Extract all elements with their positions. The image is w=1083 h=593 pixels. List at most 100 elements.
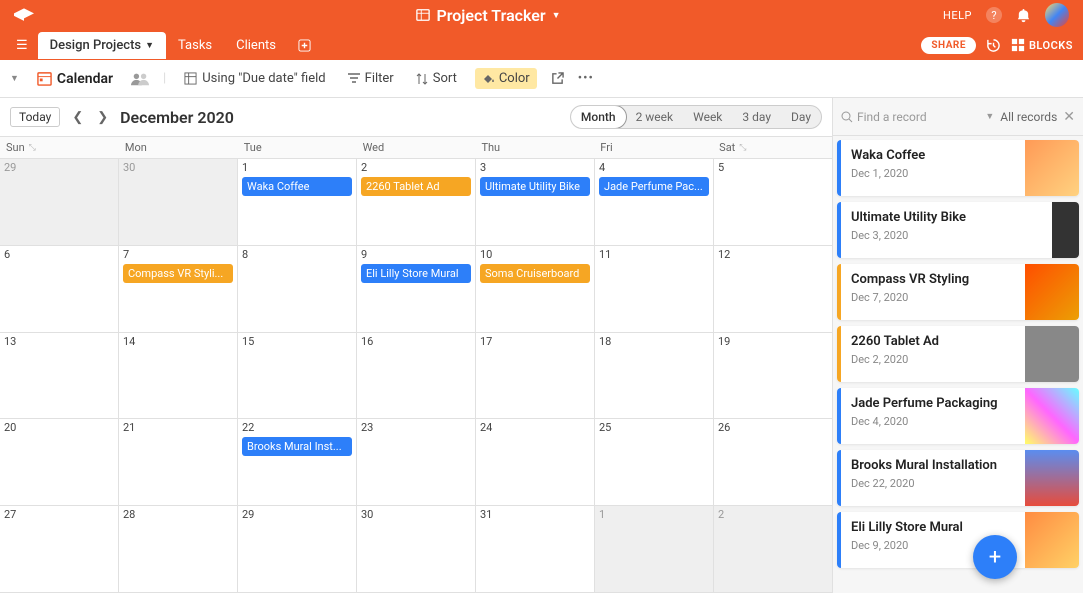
record-card[interactable]: Jade Perfume Packaging Dec 4, 2020	[837, 388, 1079, 444]
help-icon[interactable]: ?	[986, 7, 1002, 23]
record-name: 2260 Tablet Ad	[851, 334, 1015, 349]
calendar-cell[interactable]: 26	[714, 419, 832, 505]
calendar-cell[interactable]: 31	[476, 506, 595, 592]
record-date: Dec 2, 2020	[851, 353, 1015, 366]
calendar-cell[interactable]: 22Brooks Mural Inst...	[238, 419, 357, 505]
calendar-event[interactable]: Eli Lilly Store Mural	[361, 264, 471, 283]
calendar-cell[interactable]: 1	[595, 506, 714, 592]
calendar-cell[interactable]: 30	[357, 506, 476, 592]
help-link[interactable]: HELP	[943, 9, 972, 22]
chevron-down-icon: ▼	[985, 111, 994, 122]
next-month-button[interactable]: ❯	[95, 108, 110, 127]
calendar-cell[interactable]: 17	[476, 333, 595, 419]
cell-date: 9	[361, 248, 471, 261]
history-icon[interactable]	[986, 38, 1001, 53]
record-sidebar: Find a record ▼ All records ✕ Waka Coffe…	[833, 98, 1083, 593]
cell-date: 26	[718, 421, 828, 434]
cell-date: 23	[361, 421, 471, 434]
people-icon[interactable]	[131, 72, 149, 86]
record-card[interactable]: Brooks Mural Installation Dec 22, 2020	[837, 450, 1079, 506]
add-record-button[interactable]: +	[973, 535, 1017, 579]
view-option[interactable]: Month	[570, 105, 627, 129]
view-option[interactable]: Day	[781, 106, 821, 128]
cell-date: 20	[4, 421, 114, 434]
menu-icon[interactable]: ☰	[10, 34, 34, 57]
calendar-cell[interactable]: 29	[0, 159, 119, 245]
record-thumbnail	[1025, 202, 1079, 258]
record-card[interactable]: Eli Lilly Store Mural Dec 9, 2020	[837, 512, 1079, 568]
record-name: Jade Perfume Packaging	[851, 396, 1015, 411]
base-title[interactable]: Project Tracker ▼	[34, 6, 943, 25]
calendar-cell[interactable]: 19	[714, 333, 832, 419]
base-title-text: Project Tracker	[436, 6, 545, 25]
calendar-cell[interactable]: 12	[714, 246, 832, 332]
sort-button[interactable]: Sort	[412, 68, 461, 89]
expand-icon[interactable]: ⤡	[29, 143, 36, 153]
calendar-cell[interactable]: 3Ultimate Utility Bike	[476, 159, 595, 245]
record-card[interactable]: Ultimate Utility Bike Dec 3, 2020	[837, 202, 1079, 258]
share-view-icon[interactable]	[551, 72, 564, 85]
calendar-cell[interactable]: 21	[119, 419, 238, 505]
calendar-cell[interactable]: 29	[238, 506, 357, 592]
view-option[interactable]: 2 week	[626, 106, 684, 128]
cell-date: 30	[123, 161, 233, 174]
calendar-cell[interactable]: 5	[714, 159, 832, 245]
add-tab-button[interactable]	[292, 35, 317, 56]
view-toggle[interactable]: Month2 weekWeek3 dayDay	[570, 105, 822, 129]
calendar-cell[interactable]: 10Soma Cruiserboard	[476, 246, 595, 332]
calendar-cell[interactable]: 2	[714, 506, 832, 592]
calendar-event[interactable]: Soma Cruiserboard	[480, 264, 590, 283]
date-field-button[interactable]: Using "Due date" field	[180, 68, 329, 89]
calendar-cell[interactable]: 1Waka Coffee	[238, 159, 357, 245]
calendar-event[interactable]: Ultimate Utility Bike	[480, 177, 590, 196]
calendar-cell[interactable]: 15	[238, 333, 357, 419]
search-input[interactable]: Find a record	[841, 110, 979, 124]
tab-clients[interactable]: Clients	[224, 32, 288, 59]
more-icon[interactable]: •••	[578, 71, 594, 86]
calendar-event[interactable]: Brooks Mural Inst...	[242, 437, 352, 456]
calendar-cell[interactable]: 9 Eli Lilly Store Mural	[357, 246, 476, 332]
expand-icon[interactable]: ⤡	[739, 143, 746, 153]
filter-button[interactable]: Filter	[344, 68, 398, 89]
calendar-event[interactable]: 2260 Tablet Ad	[361, 177, 471, 196]
tab-design-projects[interactable]: Design Projects▼	[38, 32, 166, 59]
calendar-cell[interactable]: 6	[0, 246, 119, 332]
view-switcher[interactable]: Calendar	[33, 68, 117, 90]
calendar-cell[interactable]: 18	[595, 333, 714, 419]
calendar-cell[interactable]: 22260 Tablet Ad	[357, 159, 476, 245]
calendar-cell[interactable]: 16	[357, 333, 476, 419]
calendar-event[interactable]: Waka Coffee	[242, 177, 352, 196]
calendar-cell[interactable]: 24	[476, 419, 595, 505]
calendar-cell[interactable]: 14	[119, 333, 238, 419]
calendar-cell[interactable]: 13	[0, 333, 119, 419]
record-card[interactable]: Waka Coffee Dec 1, 2020	[837, 140, 1079, 196]
calendar-event[interactable]: Compass VR Styli...	[123, 264, 233, 283]
avatar[interactable]	[1045, 3, 1069, 27]
calendar-cell[interactable]: 4Jade Perfume Pac...	[595, 159, 714, 245]
calendar-cell[interactable]: 8	[238, 246, 357, 332]
record-card[interactable]: Compass VR Styling Dec 7, 2020	[837, 264, 1079, 320]
all-records-button[interactable]: All records	[1000, 110, 1057, 124]
calendar-event[interactable]: Jade Perfume Pac...	[599, 177, 709, 196]
calendar-cell[interactable]: 25	[595, 419, 714, 505]
record-card[interactable]: 2260 Tablet Ad Dec 2, 2020	[837, 326, 1079, 382]
calendar-cell[interactable]: 28	[119, 506, 238, 592]
collapse-icon[interactable]: ▼	[10, 73, 19, 84]
calendar-cell[interactable]: 7Compass VR Styli...	[119, 246, 238, 332]
view-option[interactable]: Week	[683, 106, 732, 128]
close-icon[interactable]: ✕	[1063, 109, 1075, 125]
calendar-cell[interactable]: 11	[595, 246, 714, 332]
share-button[interactable]: SHARE	[921, 37, 976, 54]
tab-tasks[interactable]: Tasks	[166, 32, 224, 59]
blocks-button[interactable]: BLOCKS	[1011, 38, 1073, 52]
calendar-cell[interactable]: 27	[0, 506, 119, 592]
calendar-cell[interactable]: 30	[119, 159, 238, 245]
calendar-cell[interactable]: 23	[357, 419, 476, 505]
bell-icon[interactable]	[1016, 8, 1031, 23]
today-button[interactable]: Today	[10, 107, 60, 127]
view-option[interactable]: 3 day	[732, 106, 781, 128]
color-button[interactable]: Color	[475, 68, 537, 89]
prev-month-button[interactable]: ❮	[70, 108, 85, 127]
day-header: Sun⤡	[0, 137, 119, 158]
calendar-cell[interactable]: 20	[0, 419, 119, 505]
